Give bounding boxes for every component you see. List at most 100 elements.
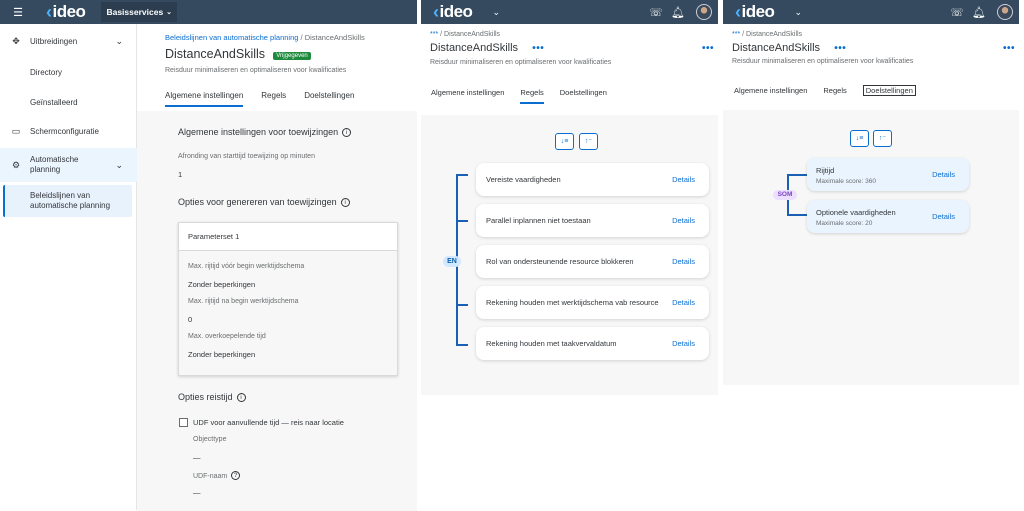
panel-objectives: ‹ ideo ⌄ ☏ 🔔︎ *** / DistanceAndSkills Dis… [723,0,1019,385]
sort-descending-button[interactable]: ↓≡ [555,133,574,150]
udf-checkbox[interactable] [179,418,188,427]
monitor-icon: ▭ [11,125,21,136]
tab-general-settings[interactable]: Algemene instellingen [734,86,807,96]
rule-connector [456,174,468,176]
more-actions-icon[interactable]: ••• [532,43,544,54]
sort-ascending-button[interactable]: ↑⁻ [579,133,598,150]
details-link[interactable]: Details [932,170,955,179]
object-header: *** / DistanceAndSkills DistanceAndSkill… [421,24,718,115]
info-icon[interactable]: i [236,393,246,402]
breadcrumb-collapsed[interactable]: *** [732,31,740,38]
details-link[interactable]: Details [672,257,695,266]
chevron-down-icon: ⌄ [166,9,173,16]
rule-card[interactable]: Rekening houden met werktijdschema vab r… [476,286,709,319]
tab-general-settings[interactable]: Algemene instellingen [165,91,244,107]
gear-icon: ⚙ [11,159,21,170]
parameter-set-card: Parameterset 1 Max. rijtijd vóór begin w… [178,222,398,376]
breadcrumb-collapsed[interactable]: *** [430,31,438,38]
shell-bar: ☰ ‹ ideo Basisservices ⌄ [0,0,417,24]
sidebar-item-directory[interactable]: Directory [0,64,137,80]
hamburger-menu-icon[interactable]: ☰ [10,4,26,20]
sidebar-item-label: Beleidslijnen van automatische planning [30,191,111,210]
udf-name-value: — [193,488,201,497]
feedback-icon[interactable]: ☏ [648,4,664,20]
section-title: Opties voor genereren van toewijzingen i [178,197,350,207]
rule-card[interactable]: Rekening houden met taakvervaldatum Deta… [476,327,709,360]
rule-card[interactable]: Rol van ondersteunende resource blokkere… [476,245,709,278]
panel-general-settings: ☰ ‹ ideo Basisservices ⌄ ✥ Uitbreidingen … [0,0,417,511]
brand-logo[interactable]: ‹ ideo [735,2,775,23]
rule-card[interactable]: Parallel inplannen niet toestaan Details [476,204,709,237]
tab-objectives[interactable]: Doelstellingen [560,88,607,97]
parameter-set-title: Parameterset 1 [179,223,397,251]
sort-ascending-button[interactable]: ↑⁻ [873,130,892,147]
udf-name-label: UDF-naam? [193,471,241,480]
tab-objectives[interactable]: Doelstellingen [862,85,916,96]
chevron-down-icon[interactable]: ⌄ [492,7,500,18]
objective-card[interactable]: Rijtijd Maximale score: 360 Details [807,158,969,191]
breadcrumb-link[interactable]: Beleidslijnen van automatische planning [165,33,298,42]
details-link[interactable]: Details [672,339,695,348]
brand-logo[interactable]: ‹ ideo [46,2,86,23]
page-title: DistanceAndSkills [165,47,266,61]
param-value: Zonder beperkingen [188,280,256,289]
info-icon[interactable]: i [340,198,350,207]
sidebar-item-screen-configuration[interactable]: ▭ Schermconfiguratie [0,123,137,139]
brand-logo[interactable]: ‹ ideo [433,2,473,23]
details-link[interactable]: Details [932,212,955,221]
rule-connector [456,304,468,306]
more-actions-icon[interactable]: ••• [834,43,846,54]
feedback-icon[interactable]: ☏ [949,4,965,20]
breadcrumb-current: / DistanceAndSkills [440,31,501,38]
bell-icon[interactable]: 🔔︎ [971,4,987,20]
tab-objectives[interactable]: Doelstellingen [304,91,354,100]
rule-name: Rekening houden met werktijdschema vab r… [486,298,659,307]
chevron-down-icon[interactable]: ⌄ [794,7,802,18]
objective-name: Optionele vaardigheden [816,208,896,217]
object-type-value: — [193,453,201,462]
objective-card[interactable]: Optionele vaardigheden Maximale score: 2… [807,200,969,233]
sidebar-item-extensions[interactable]: ✥ Uitbreidingen ⌄ [0,33,137,49]
breadcrumb: *** / DistanceAndSkills [732,31,802,38]
tab-general-settings[interactable]: Algemene instellingen [431,88,504,97]
sidebar: ✥ Uitbreidingen ⌄ Directory Geïnstalleer… [0,24,137,510]
info-icon[interactable]: i [342,128,352,137]
sort-descending-button[interactable]: ↓≡ [850,130,869,147]
sidebar-item-installed[interactable]: Geïnstalleerd [0,94,137,110]
title-row: DistanceAndSkills Vrijgegeven [165,47,311,61]
details-link[interactable]: Details [672,298,695,307]
tab-rules[interactable]: Regels [823,86,846,96]
param-label: Max. rijtijd na begin werktijdschema [188,298,299,305]
details-link[interactable]: Details [672,216,695,225]
page-title: DistanceAndSkills [430,42,519,54]
overflow-menu-icon[interactable]: ••• [702,43,714,54]
details-link[interactable]: Details [672,175,695,184]
tab-rules[interactable]: Regels [520,88,545,104]
status-badge: Vrijgegeven [273,51,311,60]
tab-bar: Algemene instellingen Regels Doelstellin… [165,91,372,107]
sidebar-item-automatic-planning[interactable]: ⚙ Automatische planning ⌄ [0,148,137,182]
object-header: *** / DistanceAndSkills DistanceAndSkill… [723,24,1019,110]
avatar[interactable] [997,4,1013,20]
main-content: Beleidslijnen van automatische planning … [137,24,417,511]
rounding-value: 1 [178,170,183,179]
objective-score: Maximale score: 20 [816,220,873,227]
rule-name: Rekening houden met taakvervaldatum [486,339,617,348]
objective-score: Maximale score: 360 [816,178,876,185]
objective-connector [787,174,807,176]
panel-rules: ‹ ideo ⌄ ☏ 🔔︎ *** / DistanceAndSkills Dis… [421,0,718,395]
object-type-label: Objecttype [193,436,227,443]
bell-icon[interactable]: 🔔︎ [670,4,686,20]
param-label: Max. overkoepelende tijd [188,333,266,340]
tab-rules[interactable]: Regels [261,91,286,100]
breadcrumb: *** / DistanceAndSkills [430,31,500,38]
sidebar-item-planning-policies[interactable]: Beleidslijnen van automatische planning [3,185,132,217]
rule-name: Rol van ondersteunende resource blokkere… [486,257,634,266]
rule-card[interactable]: Vereiste vaardigheden Details [476,163,709,196]
avatar[interactable] [696,4,712,20]
overflow-menu-icon[interactable]: ••• [1003,43,1015,54]
help-icon[interactable]: ? [231,471,241,480]
rule-connector [456,220,468,222]
extensions-icon: ✥ [12,35,20,46]
workspace-selector[interactable]: Basisservices ⌄ [101,2,178,22]
